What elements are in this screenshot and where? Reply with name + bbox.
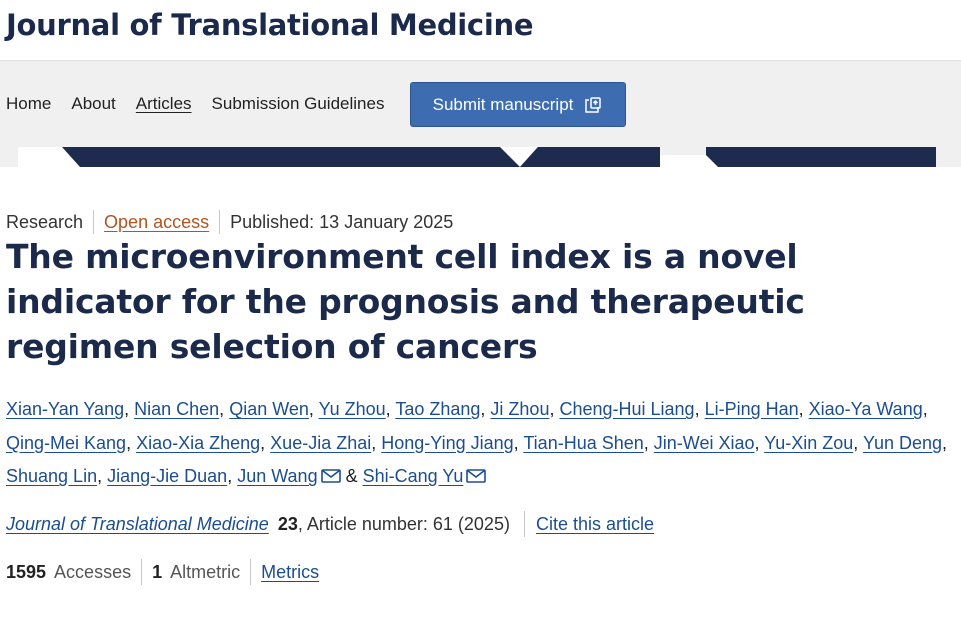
author-link[interactable]: Xiao-Xia Zheng	[136, 433, 260, 453]
article-meta: Research Open access Published: 13 Janua…	[6, 210, 453, 234]
author-link[interactable]: Xiao-Ya Wang	[809, 399, 923, 419]
metrics-link[interactable]: Metrics	[261, 562, 319, 583]
author-link[interactable]: Yun Deng	[863, 433, 942, 453]
journal-title[interactable]: Journal of Translational Medicine	[6, 8, 961, 42]
author-and: &	[345, 466, 358, 486]
author-link[interactable]: Jin-Wei Xiao	[654, 433, 755, 453]
metrics-divider	[250, 559, 252, 585]
author-link[interactable]: Li-Ping Han	[705, 399, 799, 419]
author-link[interactable]: Tao Zhang	[395, 399, 480, 419]
nav-submission-guidelines[interactable]: Submission Guidelines	[212, 94, 385, 114]
altmetric-label: Altmetric	[170, 561, 241, 582]
author-link[interactable]: Yu-Xin Zou	[764, 433, 853, 453]
article-type: Research	[6, 211, 84, 232]
meta-divider	[219, 210, 221, 234]
nav-articles[interactable]: Articles	[136, 94, 192, 114]
mail-icon[interactable]	[466, 469, 487, 483]
author-link[interactable]: Jun Wang	[237, 466, 317, 486]
accesses-count: 1595	[6, 561, 47, 582]
article-number: , Article number: 61 (2025)	[297, 513, 510, 534]
banner-pattern	[0, 147, 961, 167]
author-link[interactable]: Ji Zhou	[490, 399, 549, 419]
mail-icon[interactable]	[320, 469, 341, 483]
metrics-divider	[141, 559, 143, 585]
author-list: Xian-Yan Yang, Nian Chen, Qian Wen, Yu Z…	[6, 399, 948, 486]
citation-line: Journal of Translational Medicine 23 , A…	[6, 511, 654, 537]
author-link[interactable]: Hong-Ying Jiang	[381, 433, 513, 453]
journal-link[interactable]: Journal of Translational Medicine	[6, 514, 269, 535]
accesses-label: Accesses	[54, 561, 132, 582]
author-link[interactable]: Cheng-Hui Liang	[559, 399, 694, 419]
cite-this-article-link[interactable]: Cite this article	[536, 514, 654, 535]
meta-divider	[93, 210, 95, 234]
article-title: The microenvironment cell index is a nov…	[6, 237, 805, 366]
header-banner	[0, 147, 961, 167]
altmetric-count: 1	[152, 561, 163, 582]
author-link[interactable]: Qing-Mei Kang	[6, 433, 126, 453]
journal-header: Journal of Translational Medicine	[0, 0, 961, 60]
author-link[interactable]: Shi-Cang Yu	[363, 466, 464, 486]
author-link[interactable]: Xue-Jia Zhai	[270, 433, 371, 453]
nav-bar: Home About Articles Submission Guideline…	[0, 60, 961, 147]
nav-about[interactable]: About	[71, 94, 115, 114]
author-link[interactable]: Tian-Hua Shen	[523, 433, 643, 453]
author-link[interactable]: Qian Wen	[229, 399, 309, 419]
external-link-icon	[585, 96, 602, 113]
open-access-link[interactable]: Open access	[104, 212, 209, 233]
volume-number: 23	[277, 513, 298, 534]
nav-home[interactable]: Home	[6, 94, 51, 114]
author-link[interactable]: Xian-Yan Yang	[6, 399, 124, 419]
author-link[interactable]: Jiang-Jie Duan	[107, 466, 227, 486]
citation-divider	[523, 511, 525, 537]
author-link[interactable]: Shuang Lin	[6, 466, 97, 486]
metrics-line: 1595 Accesses 1 Altmetric Metrics	[6, 559, 319, 585]
author-link[interactable]: Nian Chen	[134, 399, 219, 419]
author-link[interactable]: Yu Zhou	[319, 399, 386, 419]
published-date: Published: 13 January 2025	[230, 211, 454, 232]
submit-manuscript-button[interactable]: Submit manuscript	[410, 82, 626, 127]
nav-links: Home About Articles Submission Guideline…	[6, 94, 384, 114]
submit-manuscript-label: Submit manuscript	[432, 94, 574, 114]
